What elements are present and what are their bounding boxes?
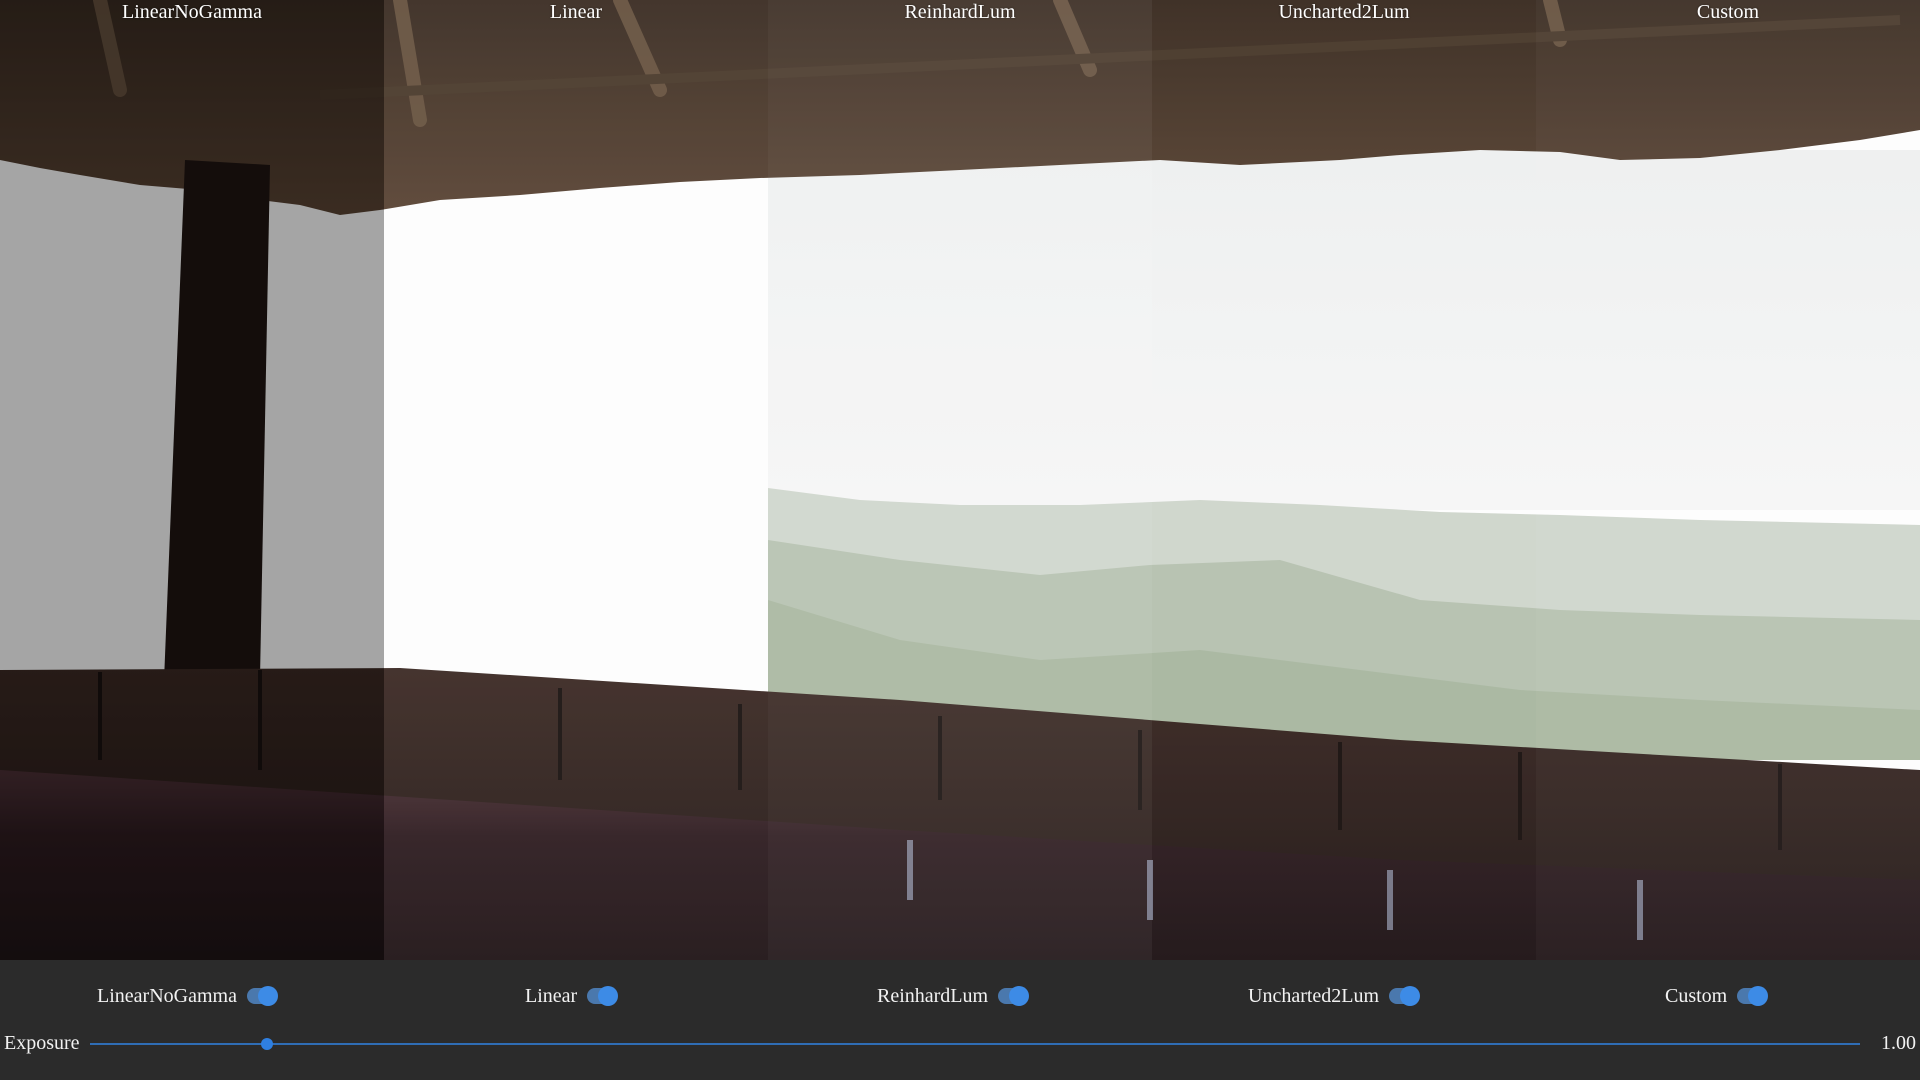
panel-label-linear: Linear (549, 1, 603, 23)
toggle-label-reinhardlum: ReinhardLum (877, 984, 989, 1007)
panel-label-custom: Custom (1696, 1, 1760, 23)
toggle-label-linear: Linear (525, 984, 578, 1007)
toggle-knob (1009, 986, 1030, 1006)
toggle-label-uncharted2lum: Uncharted2Lum (1248, 984, 1380, 1007)
toggle-linearnogamma[interactable] (246, 986, 278, 1006)
exposure-slider[interactable] (90, 1043, 1860, 1045)
toggle-knob (1400, 986, 1421, 1006)
panel-label-reinhardlum: ReinhardLum (904, 1, 1016, 23)
toggle-group-custom: Custom (1665, 982, 1769, 1010)
toggle-knob (1748, 986, 1769, 1006)
control-panel (0, 960, 1920, 1080)
toggle-label-custom: Custom (1665, 984, 1728, 1007)
render-viewport[interactable]: LinearNoGamma Linear ReinhardLum Unchart… (0, 0, 1920, 960)
exposure-slider-thumb[interactable] (261, 1038, 273, 1050)
panel-label-linearnogamma: LinearNoGamma (122, 1, 262, 23)
toggle-group-linearnogamma: LinearNoGamma (97, 982, 278, 1010)
toggle-reinhardlum[interactable] (998, 986, 1030, 1006)
scene-image (0, 0, 1920, 960)
toggle-group-reinhardlum: ReinhardLum (877, 982, 1030, 1010)
toggle-group-linear: Linear (525, 982, 619, 1010)
toggle-knob (257, 986, 278, 1006)
exposure-label: Exposure (4, 1032, 80, 1054)
toggle-group-uncharted2lum: Uncharted2Lum (1248, 982, 1421, 1010)
toggle-linear[interactable] (587, 986, 619, 1006)
toggle-custom[interactable] (1737, 986, 1769, 1006)
exposure-value: 1.00 (1881, 1032, 1916, 1054)
toggle-knob (598, 986, 619, 1006)
toggle-uncharted2lum[interactable] (1389, 986, 1421, 1006)
panel-label-uncharted2lum: Uncharted2Lum (1278, 1, 1410, 23)
toggle-label-linearnogamma: LinearNoGamma (97, 984, 237, 1007)
